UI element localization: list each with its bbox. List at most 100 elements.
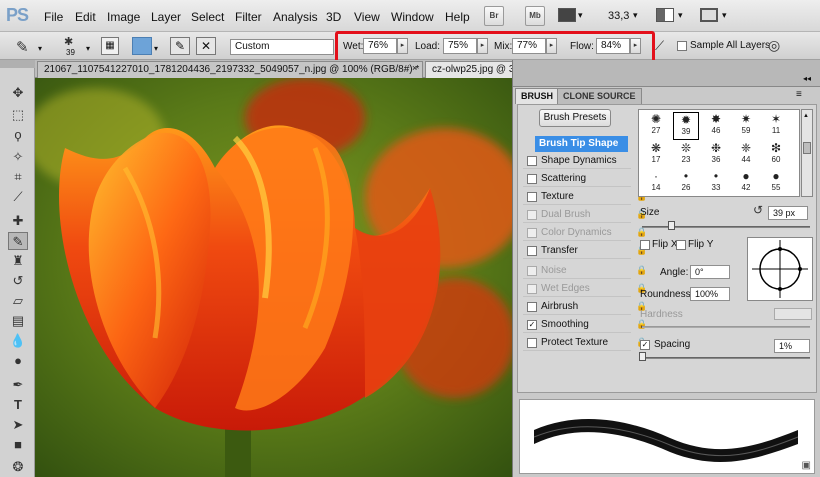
brush-tip-selected[interactable]: ✹ 39 — [673, 112, 699, 140]
healing-tool-icon[interactable]: ✚ — [8, 212, 28, 230]
lasso-tool-icon[interactable]: ϙ — [8, 126, 28, 144]
checkbox-checked[interactable]: ✓ — [527, 320, 537, 330]
angle-input[interactable]: 0° — [690, 265, 730, 279]
option-airbrush[interactable]: Airbrush 🔒 — [523, 299, 647, 315]
menu-filter[interactable]: Filter — [235, 10, 262, 24]
checkbox[interactable] — [527, 338, 537, 348]
brush-tip[interactable]: · 14 — [643, 169, 669, 197]
brush-tip[interactable]: ✺ 27 — [643, 112, 669, 140]
zoom-level[interactable]: 33,3 — [608, 10, 629, 22]
panel-menu-icon[interactable]: ≡ — [796, 89, 802, 100]
spacing-slider[interactable] — [642, 357, 810, 359]
brush-tip[interactable]: ❋ 17 — [643, 141, 669, 169]
crop-tool-icon[interactable]: ⌗ — [8, 168, 28, 186]
menu-view[interactable]: View — [354, 10, 380, 24]
brush-tip[interactable]: ● 42 — [733, 169, 759, 197]
menu-edit[interactable]: Edit — [75, 10, 96, 24]
tool-preset-dropdown-icon[interactable]: ▾ — [38, 44, 42, 53]
menu-layer[interactable]: Layer — [151, 10, 181, 24]
pressure-icon[interactable]: ◎ — [768, 37, 780, 54]
brush-tip-icon[interactable]: ✱ — [64, 35, 73, 48]
arrange-dropdown[interactable]: ▾ — [678, 10, 683, 21]
panel-collapse-icon[interactable]: ◂◂ — [803, 74, 811, 83]
load-brush-icon[interactable]: ✎ — [170, 37, 190, 55]
menu-help[interactable]: Help — [445, 10, 470, 24]
option-smoothing[interactable]: ✓ Smoothing 🔒 — [523, 317, 647, 333]
angle-roundness-widget[interactable] — [747, 237, 813, 301]
menu-3d[interactable]: 3D — [326, 10, 341, 24]
history-brush-tool-icon[interactable]: ↺ — [8, 272, 28, 290]
option-dual-brush[interactable]: Dual Brush 🔒 — [523, 207, 647, 223]
brush-tip[interactable]: • 26 — [673, 169, 699, 197]
document-canvas[interactable] — [35, 78, 512, 477]
size-input[interactable]: 39 px — [768, 206, 808, 220]
view-extras-dropdown[interactable]: ▾ — [578, 10, 583, 21]
screen-mode-icon[interactable] — [700, 8, 718, 22]
mixer-brush-tool-icon-active[interactable]: ✎ — [8, 232, 28, 250]
menu-window[interactable]: Window — [391, 10, 434, 24]
sample-all-layers-checkbox[interactable] — [677, 41, 687, 51]
move-tool-icon[interactable]: ✥ — [8, 84, 28, 102]
checkbox[interactable] — [527, 284, 537, 294]
brush-tip[interactable]: ❉ 36 — [703, 141, 729, 169]
swatch-dropdown-icon[interactable]: ▾ — [154, 44, 158, 53]
brush-picker-dropdown-icon[interactable]: ▾ — [86, 44, 90, 53]
3d-rotate-tool-icon[interactable]: ❂ — [8, 458, 28, 476]
checkbox[interactable] — [527, 192, 537, 202]
checkbox[interactable] — [527, 156, 537, 166]
size-slider-thumb[interactable] — [668, 221, 675, 230]
spacing-input[interactable]: 1% — [774, 339, 810, 353]
eraser-tool-icon[interactable]: ▱ — [8, 292, 28, 310]
checkbox[interactable] — [527, 228, 537, 238]
checkbox[interactable] — [527, 302, 537, 312]
hardness-slider[interactable] — [642, 326, 810, 328]
brush-tip[interactable]: ✸ 46 — [703, 112, 729, 140]
tab-clone-source[interactable]: CLONE SOURCE — [557, 88, 642, 104]
blur-tool-icon[interactable]: 💧 — [8, 332, 28, 350]
reset-size-icon[interactable]: ↺ — [753, 203, 763, 217]
document-tab-inactive[interactable]: 21067_1107541227010_1781204436_2197332_5… — [37, 61, 423, 78]
eyedropper-tool-icon[interactable]: ⟋ — [8, 188, 28, 206]
brush-tip[interactable]: ❇ 60 — [763, 141, 789, 169]
screen-mode-dropdown[interactable]: ▾ — [722, 10, 727, 21]
lock-icon[interactable]: 🔒 — [636, 265, 647, 275]
brush-tip[interactable]: ❊ 23 — [673, 141, 699, 169]
mini-bridge-button[interactable]: Mb — [525, 6, 545, 26]
option-scattering[interactable]: Scattering🔒 — [523, 171, 647, 187]
brush-tip[interactable]: ✷ 59 — [733, 112, 759, 140]
zoom-dropdown[interactable]: ▾ — [633, 10, 638, 21]
option-shape-dynamics[interactable]: Shape Dynamics🔒 — [523, 153, 647, 169]
tip-grid-scrollbar[interactable]: ▲ — [801, 109, 813, 197]
blend-preset-select[interactable]: Custom — [230, 39, 334, 55]
dodge-tool-icon[interactable]: ● — [8, 352, 28, 370]
spacing-checkbox[interactable]: ✓ — [640, 340, 650, 350]
quick-select-tool-icon[interactable]: ✧ — [8, 148, 28, 166]
close-tab-icon[interactable]: × — [412, 63, 417, 73]
option-color-dynamics[interactable]: Color Dynamics 🔒 — [523, 225, 647, 241]
path-select-tool-icon[interactable]: ➤ — [8, 416, 28, 434]
menu-select[interactable]: Select — [191, 10, 224, 24]
airbrush-icon[interactable]: ⟋ — [655, 38, 664, 54]
view-extras-icon[interactable] — [558, 8, 576, 22]
menu-image[interactable]: Image — [107, 10, 140, 24]
gradient-tool-icon[interactable]: ▤ — [8, 312, 28, 330]
scroll-up-icon[interactable]: ▲ — [803, 112, 811, 120]
type-tool-icon[interactable]: T — [8, 396, 28, 414]
option-texture[interactable]: Texture🔒 — [523, 189, 647, 205]
clean-brush-icon[interactable]: ✕ — [196, 37, 216, 55]
checkbox[interactable] — [527, 174, 537, 184]
checkbox[interactable] — [527, 266, 537, 276]
brush-presets-button[interactable]: Brush Presets — [539, 109, 611, 127]
shape-tool-icon[interactable]: ■ — [8, 436, 28, 454]
scroll-thumb[interactable] — [803, 142, 811, 154]
option-brush-tip-shape[interactable]: Brush Tip Shape — [535, 136, 628, 152]
brush-tip[interactable]: ❈ 44 — [733, 141, 759, 169]
hardness-input[interactable] — [774, 308, 812, 320]
spacing-slider-thumb[interactable] — [639, 352, 646, 361]
pen-tool-icon[interactable]: ✒ — [8, 376, 28, 394]
bridge-button[interactable]: Br — [484, 6, 504, 26]
option-wet-edges[interactable]: Wet Edges 🔒 — [523, 281, 647, 297]
lock-icon[interactable]: 🔒 — [636, 227, 647, 237]
marquee-tool-icon[interactable]: ⬚ — [8, 106, 28, 124]
arrange-documents-icon[interactable] — [656, 8, 674, 22]
